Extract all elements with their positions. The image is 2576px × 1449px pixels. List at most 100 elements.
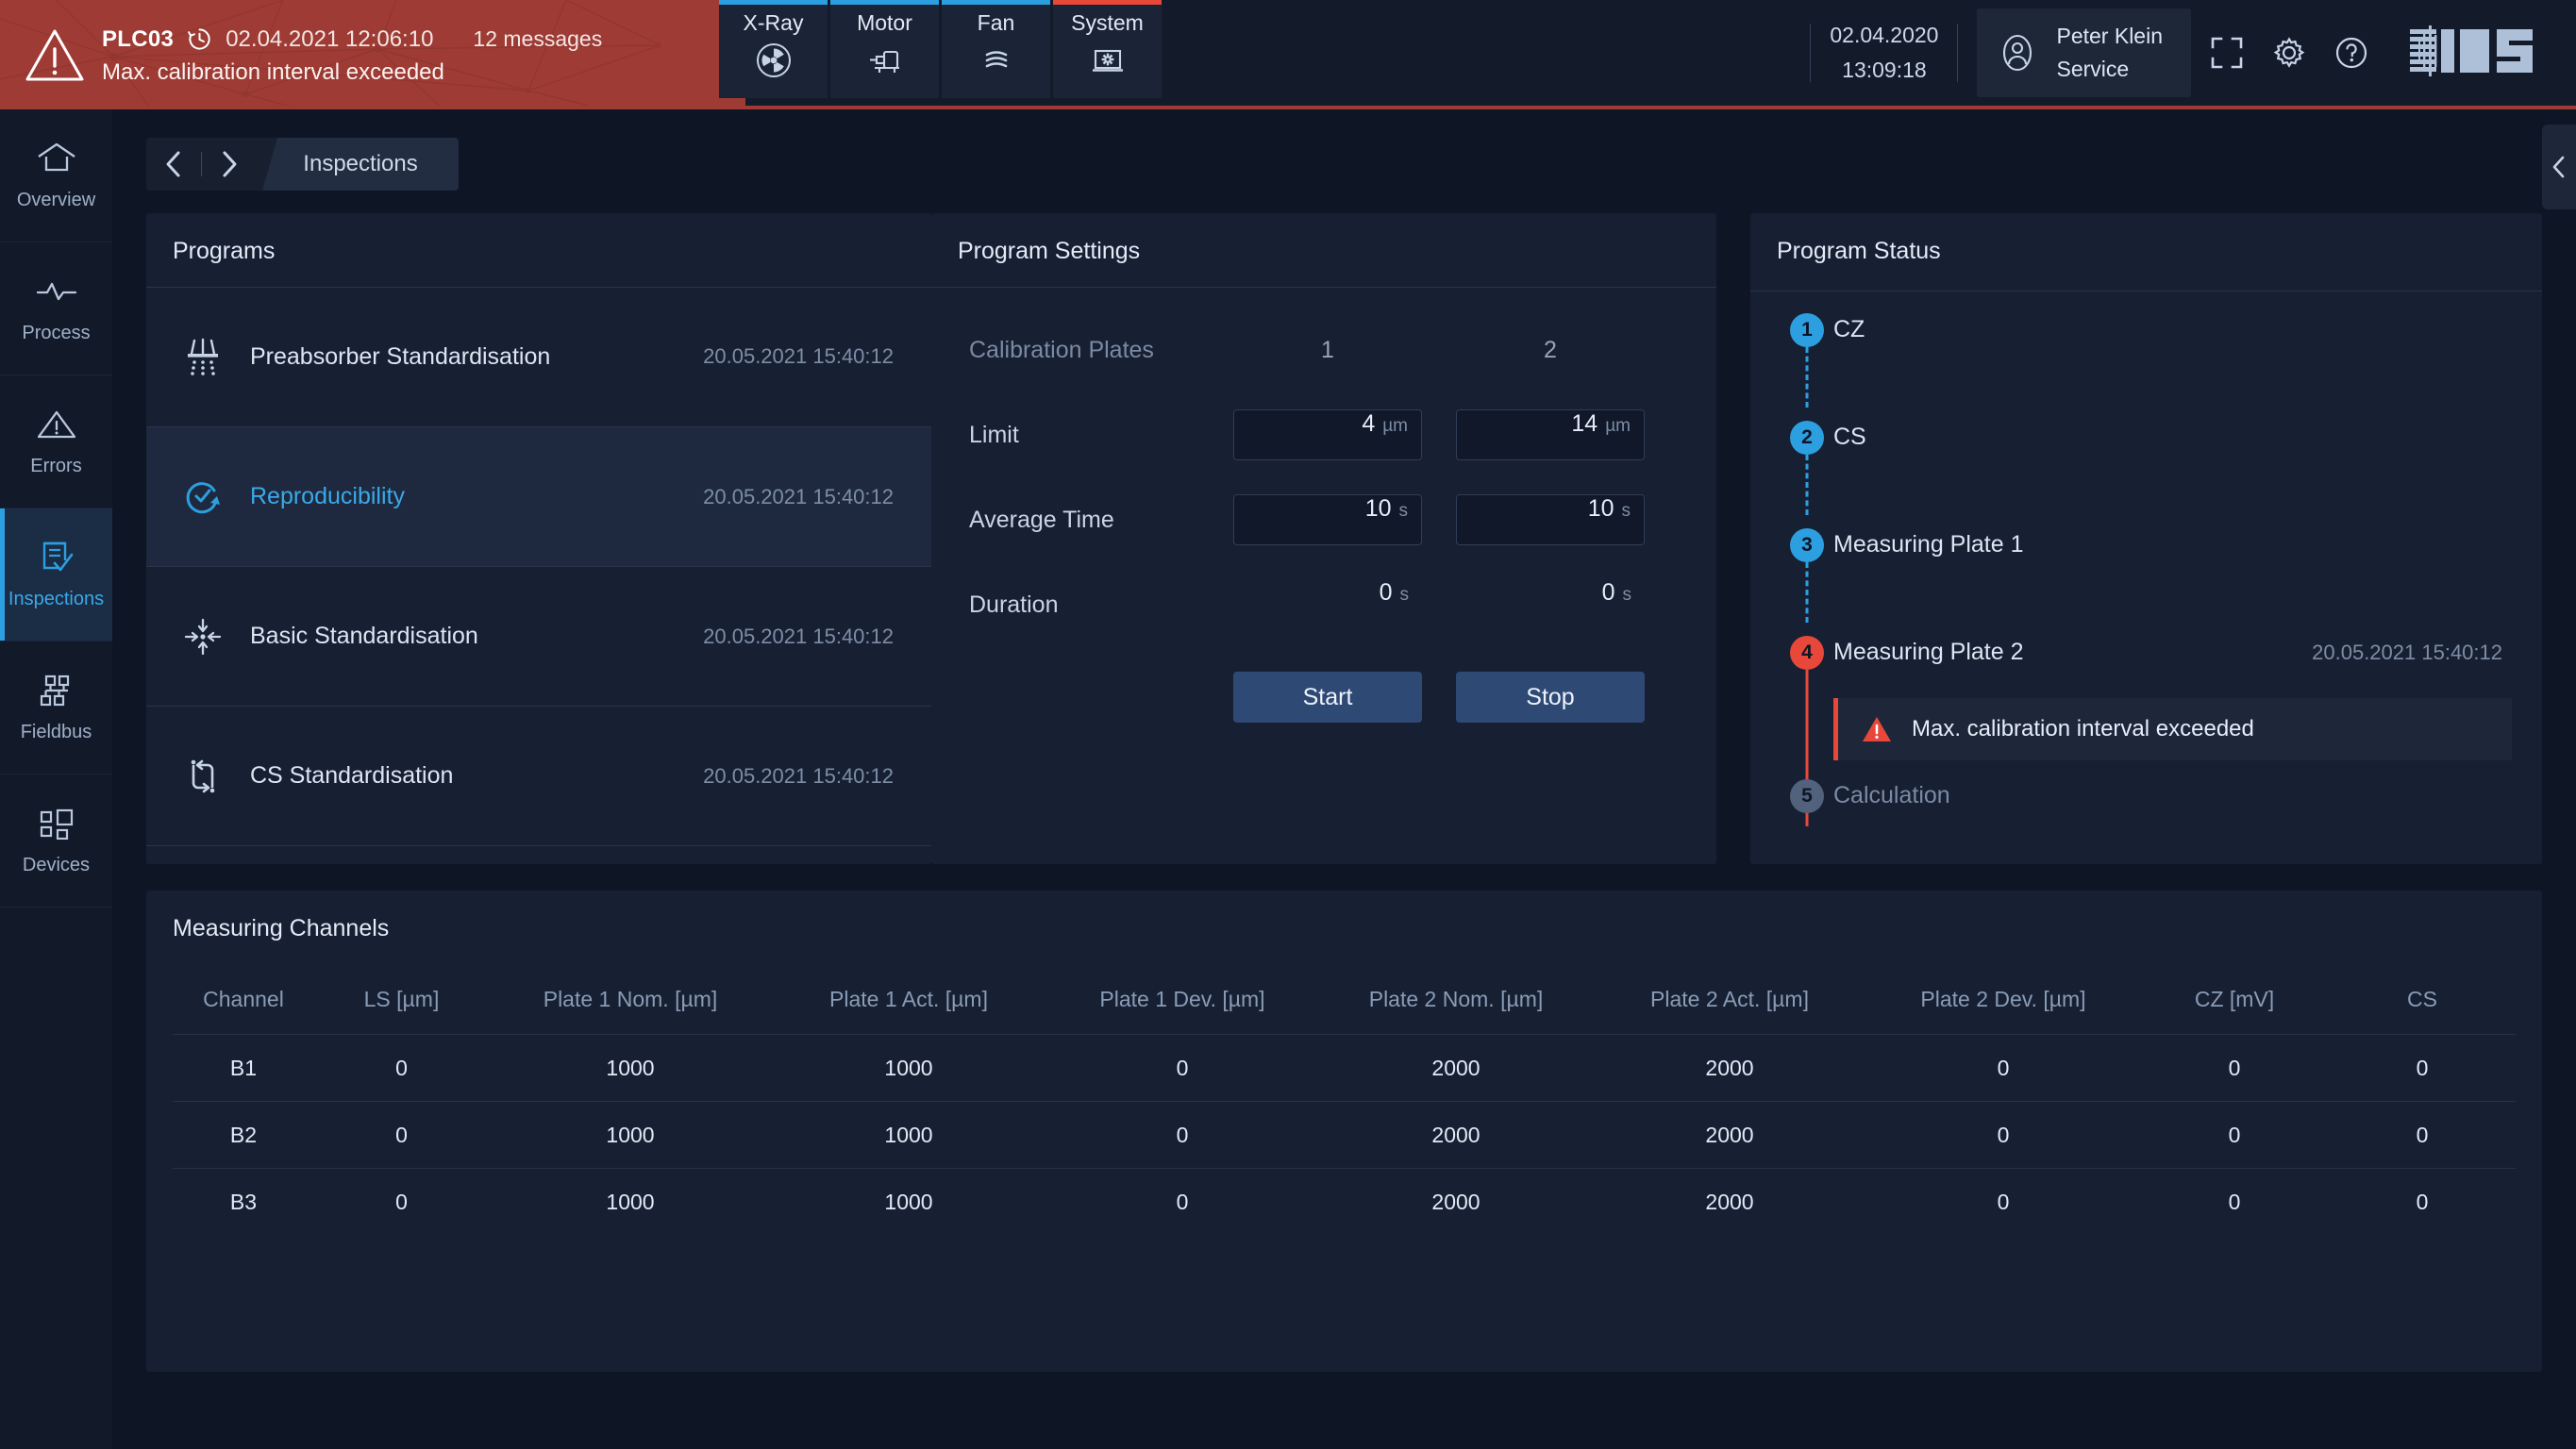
table-row[interactable]: B1 0 1000 1000 0 2000 2000 0 0 0 (173, 1034, 2516, 1101)
duration-label: Duration (969, 591, 1059, 618)
program-item-preabsorber[interactable]: Preabsorber Standardisation 20.05.2021 1… (146, 287, 931, 426)
limit-plate2-input[interactable]: 14 µm (1456, 409, 1645, 460)
program-item-reproducibility[interactable]: Reproducibility 20.05.2021 15:40:12 (146, 426, 931, 566)
cell-plate2-nom: 2000 (1431, 1122, 1480, 1147)
stop-button[interactable]: Stop (1456, 672, 1645, 723)
user-chip[interactable]: Peter Klein Service (1977, 8, 2191, 97)
status-tab-system-indicator (1053, 0, 1162, 5)
program-action-buttons: Start Stop (969, 672, 1679, 723)
system-datetime: 02.04.2020 13:09:18 (1830, 23, 1938, 83)
status-step-4-label: Measuring Plate 2 (1833, 639, 2024, 665)
chevron-left-icon (166, 151, 180, 177)
program-name: CS Standardisation (250, 762, 454, 789)
cell-ls: 0 (395, 1055, 408, 1080)
cell-plate1-act: 1000 (884, 1189, 933, 1214)
average-time-plate2-unit: s (1621, 501, 1631, 521)
sidebar-item-fieldbus[interactable]: Fieldbus (0, 641, 112, 774)
panel-collapse-button[interactable] (2542, 125, 2576, 209)
cell-plate2-nom: 2000 (1431, 1189, 1480, 1214)
cell-cz: 0 (2228, 1189, 2241, 1214)
cell-cz: 0 (2228, 1055, 2241, 1080)
header-divider-2 (1957, 24, 1959, 82)
fullscreen-button[interactable] (2200, 26, 2253, 79)
sidebar-item-overview[interactable]: Overview (0, 109, 112, 242)
status-tab-xray[interactable]: X-Ray (719, 0, 828, 98)
table-row[interactable]: B2 0 1000 1000 0 2000 2000 0 0 0 (173, 1101, 2516, 1168)
program-item-cs-standardisation[interactable]: CS Standardisation 20.05.2021 15:40:12 (146, 706, 931, 845)
cell-plate2-act: 2000 (1705, 1189, 1754, 1214)
help-button[interactable] (2325, 26, 2378, 79)
chevron-right-icon (223, 151, 237, 177)
limit-plate1-input[interactable]: 4 µm (1233, 409, 1422, 460)
duration-plate2-unit: s (1622, 585, 1632, 605)
sidebar-label-devices: Devices (22, 855, 91, 875)
chevron-left-icon (2552, 156, 2565, 178)
status-step-5-badge: 5 (1790, 779, 1824, 813)
system-time: 13:09:18 (1842, 58, 1927, 82)
status-step-2[interactable]: 2 CS (1781, 421, 2512, 515)
average-time-plate1-input[interactable]: 10 s (1233, 494, 1422, 545)
status-step-1[interactable]: 1 CZ (1781, 313, 2512, 408)
program-name: Preabsorber Standardisation (250, 342, 551, 370)
program-date: 20.05.2021 15:40:12 (703, 484, 894, 508)
status-step-3[interactable]: 3 Measuring Plate 1 (1781, 528, 2512, 623)
cell-channel: B2 (229, 1122, 258, 1147)
motor-icon (869, 50, 899, 73)
alarm-banner[interactable]: PLC03 02.04.2021 12:06:10 12 messages Ma… (0, 0, 745, 109)
alarm-message-count[interactable]: 12 messages (473, 26, 602, 52)
sidebar-label-fieldbus: Fieldbus (20, 722, 92, 742)
sidebar-item-errors[interactable]: Errors (0, 375, 112, 508)
calibration-plates-row: Calibration Plates 1 2 (969, 308, 1679, 392)
fan-icon (985, 51, 1007, 68)
header-bar: PLC03 02.04.2021 12:06:10 12 messages Ma… (0, 0, 2576, 109)
sidebar-label-overview: Overview (16, 190, 96, 210)
status-step-5-label: Calculation (1833, 782, 1950, 808)
status-step-1-badge: 1 (1790, 313, 1824, 347)
status-tab-fan[interactable]: Fan (942, 0, 1050, 98)
sidebar-label-process: Process (22, 323, 91, 343)
sidebar-item-inspections[interactable]: Inspections (0, 508, 112, 641)
status-error-message: Max. calibration interval exceeded (1912, 716, 2254, 741)
column-header-plate1-act: Plate 1 Act. [µm] (829, 986, 988, 1011)
status-step-4[interactable]: 4 Measuring Plate 2 20.05.2021 15:40:12 (1781, 636, 2512, 826)
user-name: Peter Klein (2056, 24, 2163, 48)
status-tab-xray-indicator (719, 0, 828, 5)
sidebar-item-process[interactable]: Process (0, 242, 112, 375)
duration-plate1-value: 0 (1379, 579, 1393, 606)
cs-standard-icon (178, 752, 227, 801)
start-button[interactable]: Start (1233, 672, 1422, 723)
cell-channel: B1 (229, 1055, 258, 1080)
nav-back-button[interactable] (146, 138, 201, 191)
status-step-2-badge: 2 (1790, 421, 1824, 455)
status-tab-motor-indicator (830, 0, 939, 5)
status-tab-system[interactable]: System (1053, 0, 1162, 98)
table-row[interactable]: B3 0 1000 1000 0 2000 2000 0 0 0 (173, 1168, 2516, 1235)
breadcrumb-inspections[interactable]: Inspections (262, 138, 459, 191)
status-tab-fan-label: Fan (977, 10, 1015, 35)
sidebar-item-devices[interactable]: Devices (0, 774, 112, 908)
status-tab-motor[interactable]: Motor (830, 0, 939, 98)
cell-plate1-nom: 1000 (606, 1055, 655, 1080)
warning-triangle-icon (1863, 717, 1891, 741)
cell-plate1-dev: 0 (1176, 1055, 1189, 1080)
status-tab-motor-label: Motor (857, 10, 912, 35)
cell-plate1-dev: 0 (1176, 1189, 1189, 1214)
status-step-3-badge: 3 (1790, 528, 1824, 562)
measuring-channels-title: Measuring Channels (173, 915, 390, 941)
left-sidebar: Overview Process Errors Inspections Fiel… (0, 109, 112, 1449)
settings-button[interactable] (2263, 26, 2316, 79)
column-header-plate2-nom: Plate 2 Nom. [µm] (1368, 986, 1544, 1011)
status-step-5[interactable]: 5 Calculation (1781, 779, 2512, 826)
preabsorber-icon (178, 332, 227, 381)
duration-plate1-value-group: 0 s (1233, 579, 1422, 630)
status-connector-3 (1805, 562, 1809, 623)
sidebar-label-inspections: Inspections (8, 589, 105, 609)
status-error-box: Max. calibration interval exceeded (1833, 698, 2512, 760)
plate-2-number: 2 (1544, 336, 1557, 363)
nav-forward-button[interactable] (202, 138, 257, 191)
cell-ls: 0 (395, 1122, 408, 1147)
plate-1-number: 1 (1321, 336, 1334, 363)
cell-channel: B3 (229, 1189, 258, 1214)
program-item-basic-standardisation[interactable]: Basic Standardisation 20.05.2021 15:40:1… (146, 566, 931, 706)
average-time-plate2-input[interactable]: 10 s (1456, 494, 1645, 545)
